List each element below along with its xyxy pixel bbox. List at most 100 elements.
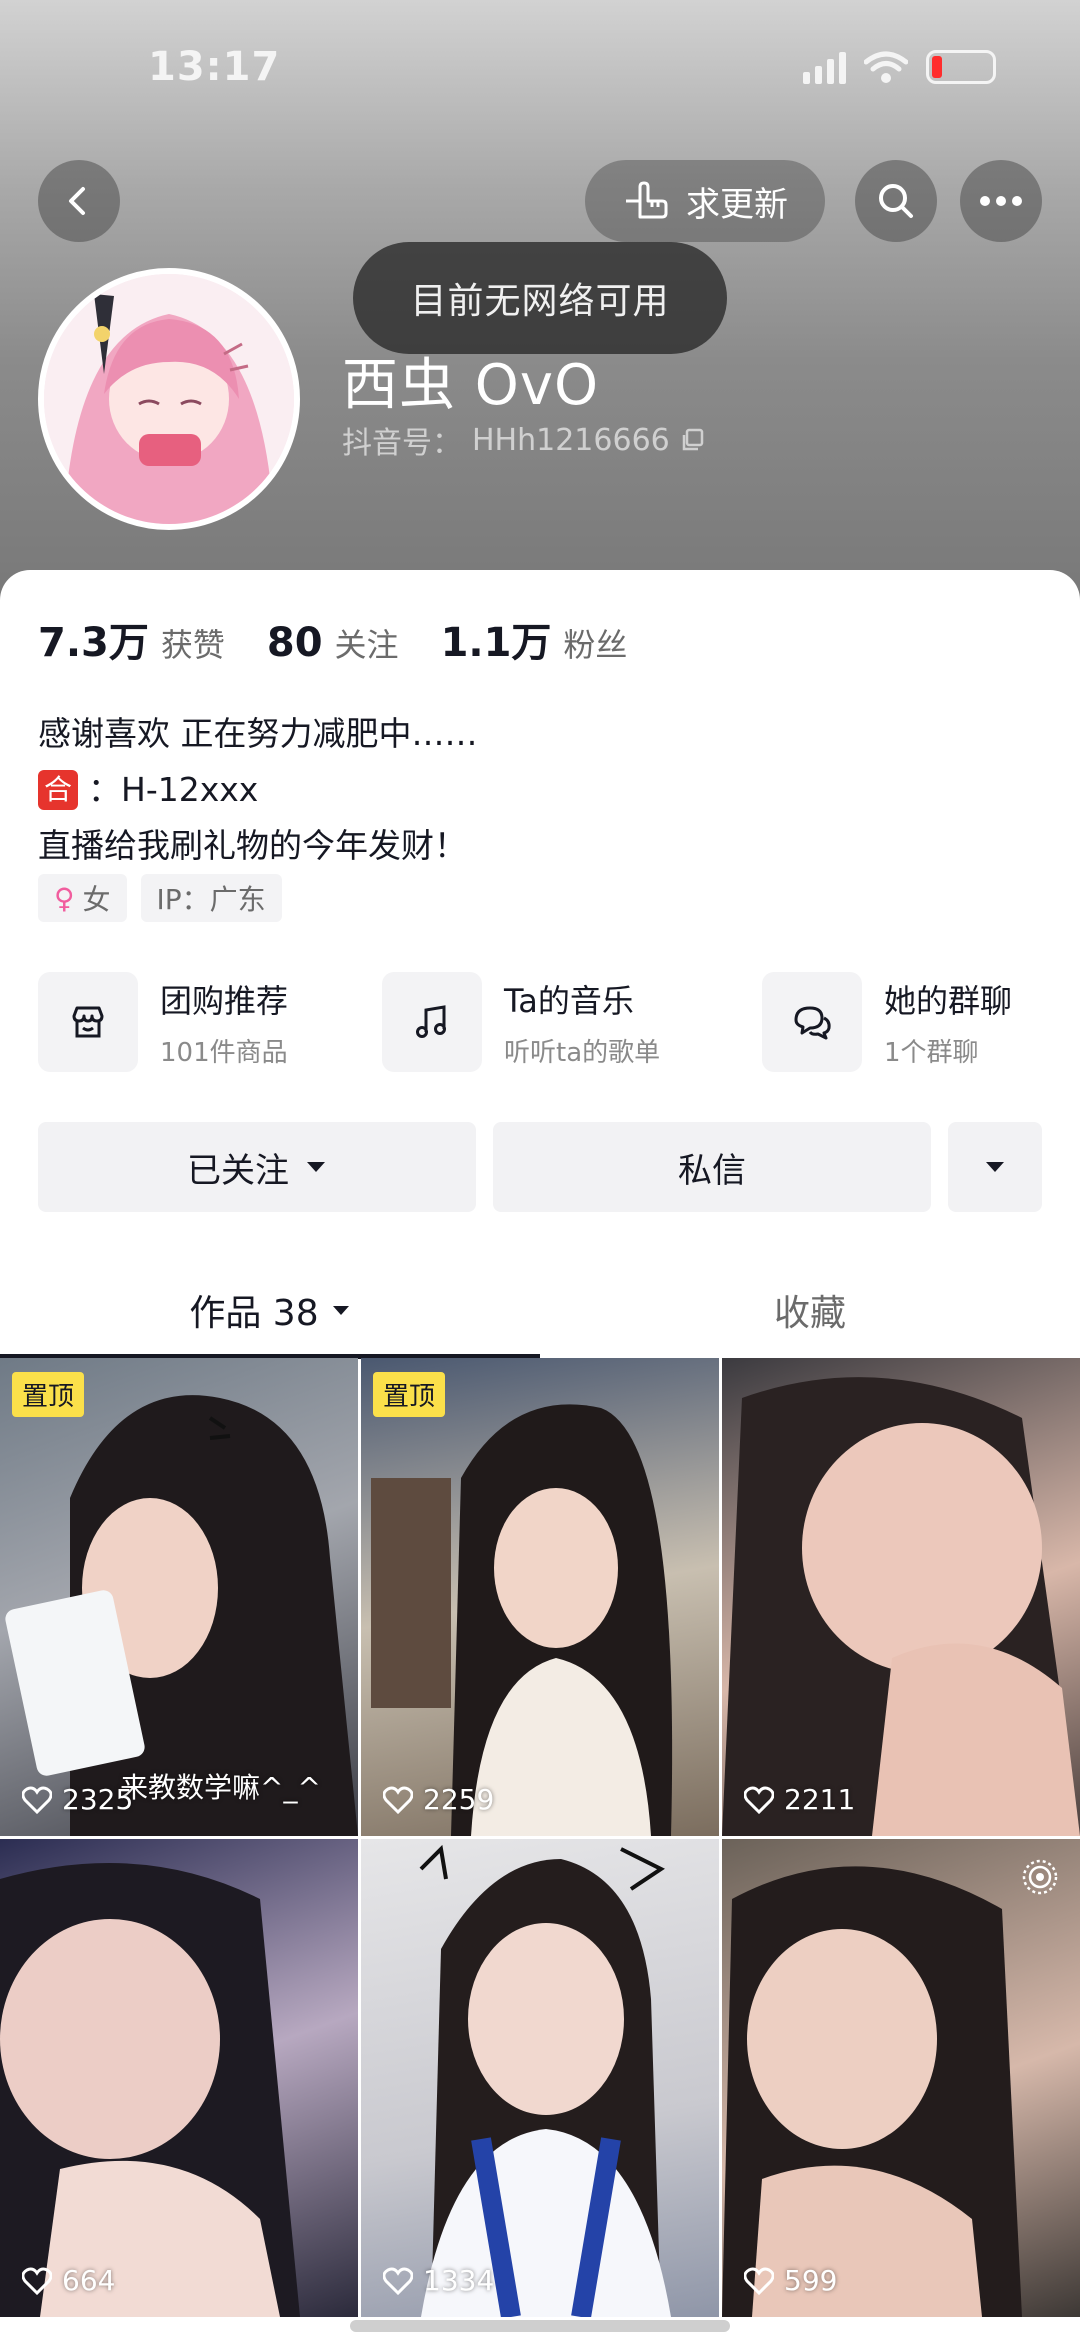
stat-following[interactable]: 80 关注 — [267, 620, 399, 666]
stat-followers[interactable]: 1.1万 粉丝 — [441, 610, 628, 668]
video-caption: 来教数学嘛^_^ — [120, 1771, 321, 1804]
music-note-icon — [382, 972, 482, 1072]
action-row: 已关注 私信 — [38, 1122, 1042, 1212]
profile-header: 13:17 求更新 西虫 OvO 抖音号： HHh1216666 目前无网络可用 — [0, 0, 1080, 620]
pinned-badge: 置顶 — [12, 1372, 85, 1417]
pinned-badge: 置顶 — [373, 1372, 446, 1417]
message-button[interactable]: 私信 — [493, 1122, 931, 1212]
bio: 感谢喜欢 正在努力减肥中…… 合 ：H-12xxx 直播给我刷礼物的今年发财！ — [38, 706, 478, 874]
feature-row: 团购推荐 101件商品 Ta的音乐 听听ta的歌单 她的群聊 1个群聊 — [38, 970, 1048, 1074]
bio-line-1: 感谢喜欢 正在努力减肥中…… — [38, 714, 478, 753]
stat-followers-label: 粉丝 — [563, 626, 628, 664]
bio-line-2: 合 ：H-12xxx — [38, 762, 478, 818]
stats-row: 7.3万 获赞 80 关注 1.1万 粉丝 — [38, 610, 669, 668]
pointing-hand-icon — [626, 181, 668, 219]
status-icons — [803, 50, 996, 84]
caret-down-icon — [307, 1162, 325, 1172]
status-bar: 13:17 — [0, 0, 1080, 130]
tab-favorites[interactable]: 收藏 — [540, 1260, 1080, 1360]
stat-following-label: 关注 — [334, 626, 399, 664]
video-grid: 置顶 来教数学嘛^_^ 2325 置顶 2259 2211 664 1334 5… — [0, 1358, 1080, 2344]
likes-count: 599 — [744, 2264, 837, 2297]
group-buy-entry[interactable]: 团购推荐 101件商品 — [38, 970, 288, 1074]
home-indicator[interactable] — [350, 2320, 730, 2332]
more-dots-icon — [980, 196, 1022, 206]
search-button[interactable] — [855, 160, 937, 242]
girl-photo-image — [419, 1844, 671, 2317]
ip-tag: IP：广东 — [140, 874, 282, 922]
music-entry[interactable]: Ta的音乐 听听ta的歌单 — [382, 970, 660, 1074]
caret-down-icon — [332, 1306, 349, 1315]
heart-icon — [383, 2267, 413, 2295]
girl-photo-image — [371, 1404, 673, 1836]
group-buy-sub: 101件商品 — [160, 1037, 288, 1068]
group-chat-title: 她的群聊 — [884, 981, 1013, 1020]
more-actions-button[interactable] — [948, 1122, 1042, 1212]
wifi-icon — [864, 51, 908, 83]
heart-icon — [22, 1786, 52, 1814]
music-title: Ta的音乐 — [504, 981, 634, 1020]
likes-count: 664 — [22, 2264, 115, 2297]
stat-followers-value: 1.1万 — [440, 620, 552, 666]
stat-likes-value: 7.3万 — [38, 620, 149, 666]
shop-icon — [38, 972, 138, 1072]
content-tabs: 作品 38 收藏 — [0, 1260, 1080, 1360]
likes-value: 2211 — [784, 1783, 856, 1816]
video-thumbnail[interactable]: 1334 — [361, 1839, 719, 2317]
avatar[interactable] — [38, 268, 300, 530]
likes-count: 2259 — [383, 1783, 494, 1816]
douyin-id: 抖音号： HHh1216666 — [342, 418, 706, 462]
tab-works-label: 作品 38 — [189, 1293, 319, 1334]
likes-value: 664 — [62, 2264, 116, 2297]
followed-label: 已关注 — [187, 1150, 289, 1191]
gender-tag: ♀ 女 — [38, 874, 127, 922]
signal-icon — [803, 50, 846, 84]
video-thumbnail[interactable]: 置顶 来教数学嘛^_^ 2325 — [0, 1358, 358, 1836]
request-update-button[interactable]: 求更新 — [585, 160, 825, 242]
video-thumbnail[interactable]: 599 — [722, 1839, 1080, 2317]
gender-label: 女 — [82, 883, 111, 916]
heart-icon — [383, 1786, 413, 1814]
video-thumbnail[interactable]: 2211 — [722, 1358, 1080, 1836]
copy-icon[interactable] — [680, 427, 706, 453]
likes-value: 1334 — [423, 2264, 495, 2297]
girl-photo-image — [722, 1377, 1080, 1836]
no-network-toast: 目前无网络可用 — [353, 242, 727, 354]
music-sub: 听听ta的歌单 — [504, 1037, 661, 1068]
more-button[interactable] — [960, 160, 1042, 242]
video-thumbnail[interactable]: 置顶 2259 — [361, 1358, 719, 1836]
likes-count: 1334 — [383, 2264, 494, 2297]
group-buy-title: 团购推荐 — [160, 981, 289, 1020]
group-chat-sub: 1个群聊 — [884, 1037, 979, 1068]
stat-following-value: 80 — [266, 620, 323, 666]
status-time: 13:17 — [148, 44, 281, 90]
live-photo-icon — [1020, 1857, 1060, 1901]
anime-girl-avatar-icon — [44, 274, 294, 524]
ip-label: IP：广东 — [156, 883, 266, 916]
tab-favorites-label: 收藏 — [773, 1293, 846, 1334]
back-button[interactable] — [38, 160, 120, 242]
chevron-left-icon — [69, 187, 85, 215]
group-chat-entry[interactable]: 她的群聊 1个群聊 — [762, 970, 1012, 1074]
heart-icon — [744, 1786, 774, 1814]
chat-bubbles-icon — [762, 972, 862, 1072]
girl-photo-image — [0, 1863, 300, 2317]
tab-works[interactable]: 作品 38 — [0, 1260, 540, 1360]
caret-down-icon — [986, 1162, 1004, 1172]
douyin-id-value: HHh1216666 — [472, 422, 670, 458]
female-icon: ♀ — [54, 881, 75, 915]
likes-count: 2211 — [744, 1783, 855, 1816]
girl-photo-image — [722, 1866, 1022, 2317]
girl-photo-image — [5, 1395, 358, 1836]
battery-icon — [926, 50, 996, 84]
stat-likes[interactable]: 7.3万 获赞 — [38, 610, 225, 668]
heart-icon — [744, 2267, 774, 2295]
profile-tags: ♀ 女 IP：广东 — [38, 874, 282, 922]
request-update-label: 求更新 — [686, 184, 788, 225]
video-thumbnail[interactable]: 664 — [0, 1839, 358, 2317]
heart-icon — [22, 2267, 52, 2295]
followed-button[interactable]: 已关注 — [38, 1122, 476, 1212]
search-icon — [879, 184, 913, 218]
douyin-id-label: 抖音号： — [342, 426, 462, 461]
he-badge-icon: 合 — [38, 770, 78, 810]
